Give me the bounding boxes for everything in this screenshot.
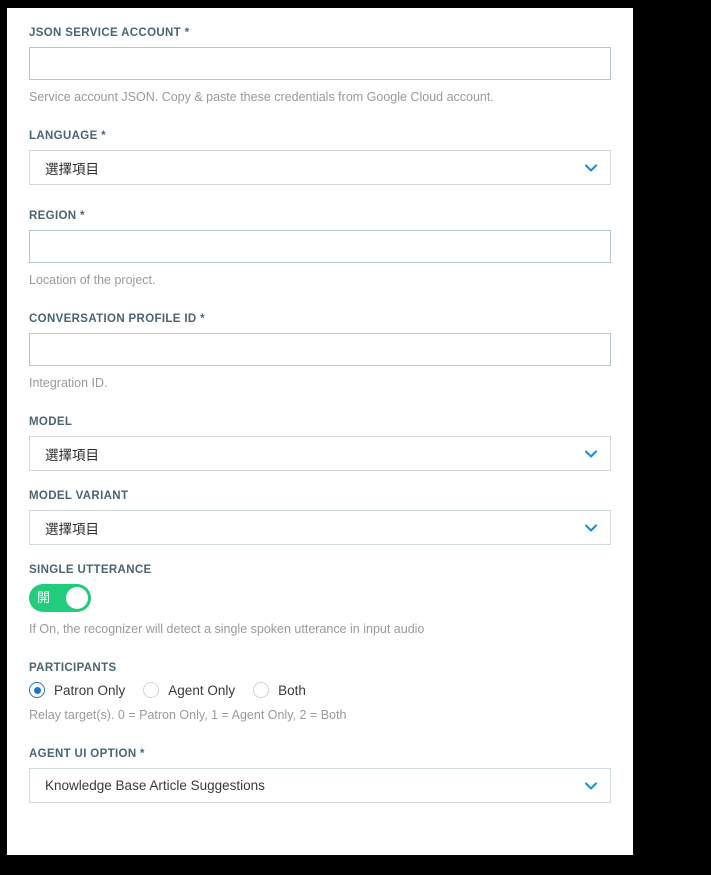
agent-ui-option-select[interactable]: Knowledge Base Article Suggestions	[29, 768, 611, 803]
field-language: LANGUAGE * 選擇項目	[29, 129, 611, 185]
label-conversation-profile-id: CONVERSATION PROFILE ID *	[29, 313, 205, 325]
participants-radio-group: Patron Only Agent Only Both	[29, 682, 611, 698]
model-variant-select[interactable]: 選擇項目	[29, 510, 611, 545]
help-region: Location of the project.	[29, 273, 156, 287]
field-conversation-profile-id: CONVERSATION PROFILE ID * Integration ID…	[29, 312, 611, 391]
help-single-utterance: If On, the recognizer will detect a sing…	[29, 622, 425, 636]
region-input[interactable]	[29, 230, 611, 263]
json-service-account-input[interactable]	[29, 47, 611, 80]
single-utterance-toggle[interactable]: 開	[29, 584, 91, 612]
radio-option-agent-only[interactable]: Agent Only	[143, 682, 235, 698]
field-region: REGION * Location of the project.	[29, 209, 611, 288]
language-select-value[interactable]: 選擇項目	[29, 150, 611, 185]
label-participants: PARTICIPANTS	[29, 662, 117, 674]
single-utterance-toggle-state-label: 開	[37, 590, 51, 606]
model-select-value[interactable]: 選擇項目	[29, 436, 611, 471]
label-region: REGION *	[29, 210, 85, 222]
radio-dot-icon	[29, 682, 45, 698]
label-agent-ui-option: AGENT UI OPTION *	[29, 748, 145, 760]
label-model: MODEL	[29, 416, 73, 428]
field-json-service-account: JSON SERVICE ACCOUNT * Service account J…	[29, 26, 611, 105]
settings-panel: JSON SERVICE ACCOUNT * Service account J…	[7, 8, 633, 855]
model-variant-select-value[interactable]: 選擇項目	[29, 510, 611, 545]
radio-option-patron-only[interactable]: Patron Only	[29, 682, 125, 698]
field-participants: PARTICIPANTS Patron Only Agent Only Both…	[29, 661, 611, 723]
integration-settings-form: JSON SERVICE ACCOUNT * Service account J…	[7, 8, 633, 803]
radio-option-both[interactable]: Both	[253, 682, 306, 698]
radio-dot-icon	[253, 682, 270, 698]
agent-ui-option-select-value[interactable]: Knowledge Base Article Suggestions	[29, 768, 611, 803]
radio-label-both: Both	[278, 682, 306, 698]
label-json-service-account: JSON SERVICE ACCOUNT *	[29, 27, 190, 39]
toggle-knob	[66, 587, 88, 609]
radio-dot-icon	[143, 682, 160, 698]
help-participants: Relay target(s). 0 = Patron Only, 1 = Ag…	[29, 708, 347, 722]
language-select[interactable]: 選擇項目	[29, 150, 611, 185]
field-agent-ui-option: AGENT UI OPTION * Knowledge Base Article…	[29, 747, 611, 803]
field-model: MODEL 選擇項目	[29, 415, 611, 471]
field-model-variant: MODEL VARIANT 選擇項目	[29, 489, 611, 545]
radio-label-agent-only: Agent Only	[168, 682, 236, 698]
field-single-utterance: SINGLE UTTERANCE 開 If On, the recognizer…	[29, 563, 611, 637]
label-model-variant: MODEL VARIANT	[29, 490, 129, 502]
model-select[interactable]: 選擇項目	[29, 436, 611, 471]
help-conversation-profile-id: Integration ID.	[29, 376, 108, 390]
radio-label-patron-only: Patron Only	[54, 682, 126, 698]
conversation-profile-id-input[interactable]	[29, 333, 611, 366]
help-json-service-account: Service account JSON. Copy & paste these…	[29, 90, 494, 104]
label-language: LANGUAGE *	[29, 130, 106, 142]
label-single-utterance: SINGLE UTTERANCE	[29, 564, 152, 576]
